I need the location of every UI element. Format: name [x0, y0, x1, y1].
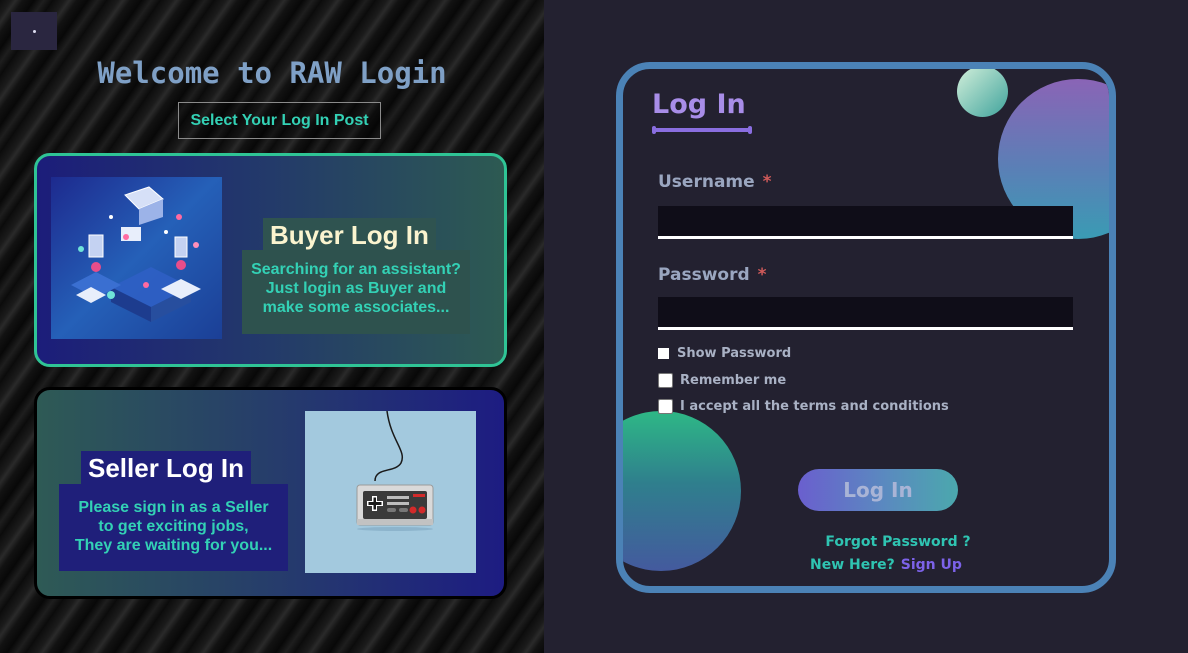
login-title: Log In	[652, 89, 746, 120]
required-mark: *	[762, 172, 772, 192]
accept-terms-label: I accept all the terms and conditions	[680, 399, 949, 414]
seller-desc-line: They are waiting for you...	[74, 537, 273, 554]
new-here-label: New Here?	[810, 557, 895, 573]
remember-me-checkbox[interactable]	[658, 373, 673, 388]
forgot-password-link[interactable]: Forgot Password ?	[623, 534, 1109, 550]
buyer-desc-line: Searching for an assistant?	[251, 261, 461, 278]
dot-icon	[32, 29, 36, 33]
show-password-toggle[interactable]: Show Password	[658, 346, 791, 361]
select-post-label: Select Your Log In Post	[178, 102, 381, 139]
buyer-desc-line: Just login as Buyer and	[265, 280, 447, 297]
seller-illustration	[305, 411, 476, 573]
buyer-login-title: Buyer Log In	[263, 218, 436, 252]
username-label: Username *	[658, 172, 772, 192]
password-label: Password *	[658, 265, 767, 285]
show-password-label: Show Password	[677, 346, 792, 361]
welcome-title: Welcome to RAW Login	[97, 56, 447, 90]
remember-me-option[interactable]: Remember me	[658, 373, 786, 388]
decorative-circle	[957, 69, 1008, 117]
required-mark: *	[757, 265, 767, 285]
login-form-panel: Log In Username * Password * Show Password…	[616, 62, 1116, 593]
isometric-tech-icon	[71, 186, 201, 322]
remember-me-label: Remember me	[680, 373, 787, 388]
title-underline	[652, 126, 752, 134]
left-panel: Welcome to RAW Login Select Your Log In …	[0, 0, 544, 653]
password-input[interactable]	[658, 297, 1073, 330]
gamepad-icon	[356, 411, 434, 531]
username-input[interactable]	[658, 206, 1073, 239]
buyer-login-description: Searching for an assistant? Just login a…	[242, 250, 470, 334]
signup-prompt: New Here? Sign Up	[810, 557, 962, 573]
seller-desc-line: Please sign in as a Seller	[78, 499, 269, 516]
show-password-checkbox[interactable]	[658, 348, 669, 359]
buyer-illustration	[51, 177, 222, 339]
seller-login-card[interactable]: Seller Log In Please sign in as a Seller…	[34, 387, 507, 599]
seller-login-description: Please sign in as a Seller to get exciti…	[59, 484, 288, 571]
buyer-desc-line: make some associates...	[262, 299, 450, 316]
signup-link[interactable]: Sign Up	[901, 557, 962, 573]
username-label-text: Username	[658, 172, 755, 192]
accept-terms-checkbox[interactable]	[658, 399, 673, 414]
menu-button[interactable]	[11, 12, 57, 50]
seller-desc-line: to get exciting jobs,	[98, 518, 249, 535]
seller-login-title: Seller Log In	[81, 451, 252, 485]
accept-terms-option[interactable]: I accept all the terms and conditions	[658, 399, 949, 414]
login-button[interactable]: Log In	[798, 469, 958, 511]
password-label-text: Password	[658, 265, 750, 285]
buyer-login-card[interactable]: Buyer Log In Searching for an assistant?…	[34, 153, 507, 367]
